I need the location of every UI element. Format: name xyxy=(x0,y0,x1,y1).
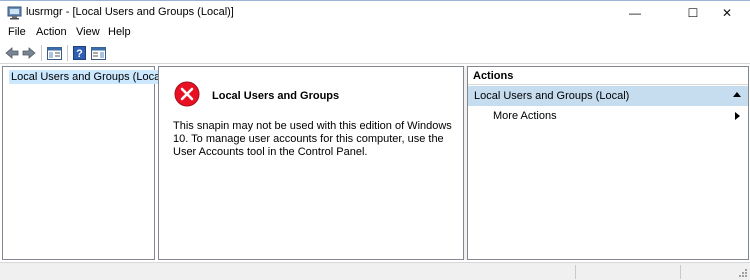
back-arrow-icon xyxy=(5,47,19,59)
forward-arrow-icon xyxy=(22,47,36,59)
collapse-up-icon[interactable] xyxy=(733,92,741,97)
close-icon: ✕ xyxy=(721,6,733,20)
show-hide-console-tree-button[interactable] xyxy=(46,45,63,61)
computer-management-icon xyxy=(7,6,22,20)
title-bar: lusrmgr - [Local Users and Groups (Local… xyxy=(0,0,750,24)
forward-button[interactable] xyxy=(21,45,37,61)
more-actions-label: More Actions xyxy=(493,110,557,122)
show-hide-action-pane-button[interactable] xyxy=(90,45,107,61)
back-button[interactable] xyxy=(4,45,20,61)
console-tree-pane: Local Users and Groups (Local) xyxy=(2,66,169,260)
content-area: Local Users and Groups (Local) Local Use… xyxy=(0,64,750,262)
actions-header: Actions xyxy=(468,67,748,85)
menu-bar: File Action View Help xyxy=(0,24,750,42)
error-message: This snapin may not be used with this ed… xyxy=(173,120,452,158)
show-hide-action-pane-icon xyxy=(91,46,106,60)
show-hide-console-tree-icon xyxy=(47,46,62,60)
status-divider xyxy=(575,265,576,279)
close-button[interactable]: ✕ xyxy=(704,1,750,25)
status-bar xyxy=(0,262,750,280)
toolbar-separator xyxy=(67,45,68,61)
maximize-icon: ☐ xyxy=(687,6,699,20)
error-icon xyxy=(174,81,200,107)
menu-file[interactable]: File xyxy=(8,26,26,38)
action-more-actions[interactable]: More Actions xyxy=(468,107,748,125)
status-divider xyxy=(680,265,681,279)
window-title: lusrmgr - [Local Users and Groups (Local… xyxy=(26,6,234,18)
svg-text:?: ? xyxy=(76,48,83,60)
main-pane: Local Users and Groups This snapin may n… xyxy=(158,66,464,260)
minimize-icon: — xyxy=(629,6,641,20)
toolbar: ? xyxy=(0,42,750,64)
submenu-arrow-icon xyxy=(735,112,740,120)
action-group-local-users-and-groups[interactable]: Local Users and Groups (Local) xyxy=(468,86,748,106)
actions-pane: Actions Local Users and Groups (Local) M… xyxy=(467,66,749,260)
menu-action[interactable]: Action xyxy=(36,26,67,38)
actions-header-label: Actions xyxy=(473,70,514,82)
menu-view[interactable]: View xyxy=(76,26,100,38)
minimize-button[interactable]: — xyxy=(612,1,658,25)
tree-item-local-users-and-groups[interactable]: Local Users and Groups (Local) xyxy=(5,69,169,85)
action-group-label: Local Users and Groups (Local) xyxy=(474,90,630,102)
error-title: Local Users and Groups xyxy=(212,90,340,102)
tree-item-label: Local Users and Groups (Local) xyxy=(9,70,169,84)
resize-grip-icon[interactable] xyxy=(738,268,748,278)
help-icon: ? xyxy=(72,46,86,60)
menu-help[interactable]: Help xyxy=(108,26,131,38)
help-button[interactable]: ? xyxy=(71,45,87,61)
toolbar-separator xyxy=(41,45,42,61)
